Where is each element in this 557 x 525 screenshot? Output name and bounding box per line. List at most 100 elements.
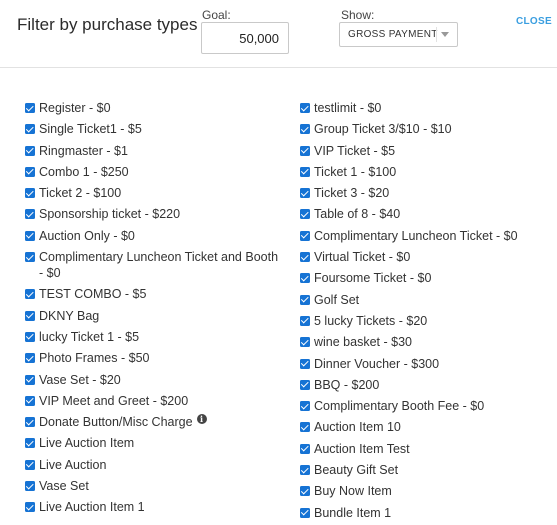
checkbox[interactable] bbox=[300, 209, 310, 220]
purchase-type-item[interactable]: Sponsorship ticket - $220 bbox=[25, 206, 285, 222]
purchase-type-label: 5 lucky Tickets - $20 bbox=[314, 313, 428, 328]
checkbox[interactable] bbox=[300, 103, 310, 113]
checkbox[interactable] bbox=[25, 502, 35, 513]
purchase-type-item[interactable]: Golf Set bbox=[300, 292, 550, 308]
purchase-type-item[interactable]: Virtual Ticket - $0 bbox=[300, 249, 550, 265]
purchase-type-item[interactable]: Complimentary Luncheon Ticket - $0 bbox=[300, 228, 550, 244]
purchase-type-item[interactable]: Ringmaster - $1 bbox=[25, 143, 285, 159]
purchase-type-label: Photo Frames - $50 bbox=[39, 351, 150, 366]
purchase-type-label: Vase Set bbox=[39, 479, 89, 494]
purchase-type-item[interactable]: wine basket - $30 bbox=[300, 334, 550, 350]
purchase-type-item[interactable]: Vase Set bbox=[25, 478, 285, 494]
checkbox[interactable] bbox=[25, 289, 35, 300]
purchase-type-label: Group Ticket 3/$10 - $10 bbox=[314, 122, 452, 137]
purchase-type-item[interactable]: DKNY Bag bbox=[25, 308, 285, 324]
purchase-type-item[interactable]: lucky Ticket 1 - $5 bbox=[25, 329, 285, 345]
purchase-type-item[interactable]: Group Ticket 3/$10 - $10 bbox=[300, 121, 550, 137]
checkbox[interactable] bbox=[25, 145, 35, 156]
checkbox[interactable] bbox=[300, 507, 310, 518]
checkbox[interactable] bbox=[25, 459, 35, 470]
checkbox[interactable] bbox=[300, 188, 310, 199]
purchase-type-item[interactable]: Ticket 2 - $100 bbox=[25, 185, 285, 201]
checkbox[interactable] bbox=[25, 438, 35, 449]
checkbox[interactable] bbox=[300, 422, 310, 433]
purchase-type-item[interactable]: TEST COMBO - $5 bbox=[25, 286, 285, 302]
checkbox[interactable] bbox=[300, 358, 310, 369]
checkbox[interactable] bbox=[25, 395, 35, 406]
checkbox[interactable] bbox=[25, 166, 35, 177]
purchase-type-item[interactable]: testlimit - $0 bbox=[300, 100, 550, 116]
purchase-type-item[interactable]: BBQ - $200 bbox=[300, 377, 550, 393]
purchase-type-item[interactable]: Single Ticket1 - $5 bbox=[25, 121, 285, 137]
checkbox[interactable] bbox=[300, 401, 310, 412]
checkbox[interactable] bbox=[25, 124, 35, 135]
purchase-type-label: Combo 1 - $250 bbox=[39, 164, 129, 179]
close-button[interactable]: CLOSE bbox=[516, 16, 552, 27]
purchase-type-item[interactable]: Table of 8 - $40 bbox=[300, 206, 550, 222]
checkbox[interactable] bbox=[25, 103, 35, 113]
checkbox[interactable] bbox=[300, 337, 310, 348]
checkbox[interactable] bbox=[300, 294, 310, 305]
checkbox[interactable] bbox=[300, 230, 310, 241]
purchase-type-label: Complimentary Luncheon Ticket and Booth … bbox=[39, 250, 279, 281]
purchase-type-item[interactable]: Auction Item Test bbox=[300, 441, 550, 457]
purchase-type-item[interactable]: Foursome Ticket - $0 bbox=[300, 270, 550, 286]
purchase-type-item[interactable]: Donate Button/Misc Charge i bbox=[25, 414, 285, 430]
checkbox[interactable] bbox=[25, 331, 35, 342]
checkbox[interactable] bbox=[300, 486, 310, 497]
purchase-type-item[interactable]: 5 lucky Tickets - $20 bbox=[300, 313, 550, 329]
checkbox[interactable] bbox=[25, 417, 35, 428]
purchase-type-item[interactable]: Auction Only - $0 bbox=[25, 228, 285, 244]
purchase-type-label: Foursome Ticket - $0 bbox=[314, 271, 432, 286]
checkbox[interactable] bbox=[25, 188, 35, 199]
purchase-type-label: Buy Now Item bbox=[314, 484, 392, 499]
purchase-type-item[interactable]: Complimentary Booth Fee - $0 bbox=[300, 398, 550, 414]
checkbox[interactable] bbox=[300, 465, 310, 476]
checkbox[interactable] bbox=[25, 353, 35, 364]
purchase-type-label: wine basket - $30 bbox=[314, 335, 412, 350]
checkbox[interactable] bbox=[300, 124, 310, 135]
purchase-type-item[interactable]: Bundle Item 1 bbox=[300, 505, 550, 521]
filter-header: Filter by purchase types Goal: Show: GRO… bbox=[0, 0, 557, 68]
purchase-type-item[interactable]: Ticket 1 - $100 bbox=[300, 164, 550, 180]
purchase-type-item[interactable]: Combo 1 - $250 bbox=[25, 164, 285, 180]
purchase-type-label: Auction Item 10 bbox=[314, 420, 401, 435]
purchase-type-item[interactable]: Auction Item 10 bbox=[300, 419, 550, 435]
show-select[interactable]: GROSS PAYMENT bbox=[339, 22, 458, 47]
goal-input[interactable] bbox=[201, 22, 289, 54]
checkbox[interactable] bbox=[25, 230, 35, 241]
purchase-type-label: Ticket 3 - $20 bbox=[314, 186, 390, 201]
purchase-type-label: Virtual Ticket - $0 bbox=[314, 250, 411, 265]
purchase-type-item[interactable]: Live Auction Item 1 bbox=[25, 499, 285, 515]
checkbox[interactable] bbox=[300, 166, 310, 177]
purchase-type-label: Live Auction Item 1 bbox=[39, 500, 145, 515]
purchase-type-item[interactable]: Vase Set - $20 bbox=[25, 372, 285, 388]
purchase-type-item[interactable]: Ticket 3 - $20 bbox=[300, 185, 550, 201]
purchase-type-item[interactable]: VIP Meet and Greet - $200 bbox=[25, 393, 285, 409]
checkbox[interactable] bbox=[300, 145, 310, 156]
purchase-type-item[interactable]: VIP Ticket - $5 bbox=[300, 143, 550, 159]
checkbox[interactable] bbox=[300, 252, 310, 263]
checkbox[interactable] bbox=[25, 310, 35, 321]
purchase-type-item[interactable]: Dinner Voucher - $300 bbox=[300, 356, 550, 372]
purchase-type-label: Live Auction bbox=[39, 457, 107, 472]
checkbox[interactable] bbox=[300, 273, 310, 284]
purchase-type-item[interactable]: Buy Now Item bbox=[300, 483, 550, 499]
info-icon[interactable]: i bbox=[196, 414, 207, 425]
purchase-type-item[interactable]: Photo Frames - $50 bbox=[25, 350, 285, 366]
purchase-type-item[interactable]: Live Auction Item bbox=[25, 435, 285, 451]
checkbox[interactable] bbox=[25, 481, 35, 492]
checkbox[interactable] bbox=[25, 374, 35, 385]
checkbox[interactable] bbox=[25, 252, 35, 263]
checkbox[interactable] bbox=[300, 443, 310, 454]
checkbox[interactable] bbox=[300, 315, 310, 326]
checkbox[interactable] bbox=[25, 209, 35, 220]
purchase-type-item[interactable]: Register - $0 bbox=[25, 100, 285, 116]
purchase-type-item[interactable]: Beauty Gift Set bbox=[300, 462, 550, 478]
purchase-type-label: TEST COMBO - $5 bbox=[39, 287, 147, 302]
purchase-type-item[interactable]: Complimentary Luncheon Ticket and Booth … bbox=[25, 249, 285, 281]
purchase-type-item[interactable]: Live Auction bbox=[25, 457, 285, 473]
checkbox[interactable] bbox=[300, 379, 310, 390]
purchase-type-label: Sponsorship ticket - $220 bbox=[39, 207, 181, 222]
purchase-type-label: Dinner Voucher - $300 bbox=[314, 356, 440, 371]
